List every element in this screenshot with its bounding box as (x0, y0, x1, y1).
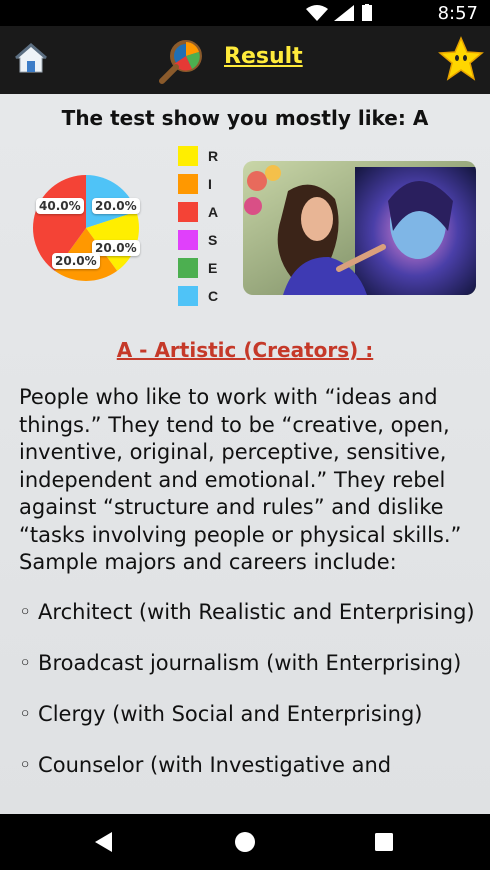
legend-swatch (178, 286, 198, 306)
navigation-bar (0, 814, 490, 870)
pie-label-c: 20.0% (92, 198, 140, 214)
pie-label-a: 40.0% (36, 198, 84, 214)
legend-swatch (178, 258, 198, 278)
list-item: ◦ Architect (with Realistic and Enterpri… (19, 600, 475, 624)
battery-icon (362, 4, 372, 21)
home-circle-icon[interactable] (233, 830, 257, 854)
magnifier-chart-icon[interactable] (156, 38, 208, 84)
legend-letter: R (208, 148, 219, 164)
page-title: Result (224, 44, 303, 69)
star-icon[interactable] (438, 36, 484, 82)
description-text: People who like to work with “ideas and … (19, 385, 462, 574)
legend-swatch (178, 174, 198, 194)
list-item: ◦ Counselor (with Investigative and (19, 753, 392, 777)
section-title: A - Artistic (Creators) : (116, 338, 374, 362)
careers-list: ◦ Architect (with Realistic and Enterpri… (19, 598, 479, 802)
status-bar: x 8:57 (0, 0, 490, 26)
legend-letter: I (208, 176, 212, 192)
legend-letter: S (208, 232, 218, 248)
legend-letter: E (208, 260, 218, 276)
pie-label-i: 20.0% (52, 253, 100, 269)
legend-swatch (178, 202, 198, 222)
result-content[interactable]: The test show you mostly like: A 40.0% 2… (0, 94, 490, 814)
signal-icon: x (334, 5, 354, 21)
legend-letter: C (208, 288, 219, 304)
svg-text:x: x (337, 6, 342, 15)
home-icon[interactable] (14, 42, 48, 76)
status-icons: x (306, 4, 372, 21)
app-bar: Result (0, 26, 490, 94)
artist-painting-photo (243, 161, 476, 295)
list-item: ◦ Clergy (with Social and Enterprising) (19, 702, 423, 726)
recents-square-icon[interactable] (372, 830, 396, 854)
legend-swatch (178, 230, 198, 250)
back-icon[interactable] (92, 830, 116, 854)
status-time: 8:57 (437, 3, 478, 24)
result-headline: The test show you mostly like: A (61, 106, 429, 130)
wifi-icon (306, 5, 328, 21)
list-item: ◦ Broadcast journalism (with Enterprisin… (19, 651, 462, 675)
legend-swatch (178, 146, 198, 166)
legend-letter: A (208, 204, 219, 220)
